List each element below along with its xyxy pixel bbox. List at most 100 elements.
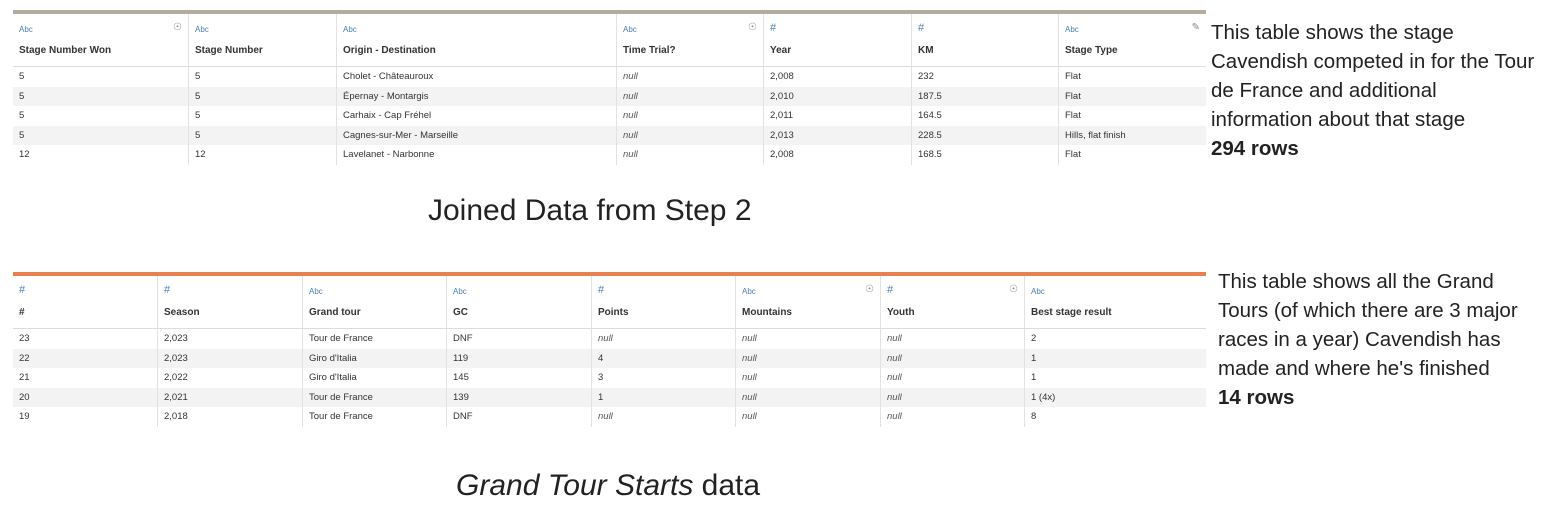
table-cell[interactable]: 19 xyxy=(13,407,158,427)
column-header[interactable]: Abc ☉ Time Trial? xyxy=(617,14,764,66)
table-cell[interactable]: null xyxy=(736,348,881,368)
table-cell[interactable]: null xyxy=(592,407,736,427)
lightbulb-icon[interactable]: ☉ xyxy=(865,284,874,295)
table-row[interactable]: 22 2,023 Giro d'Italia 119 4 null null 1 xyxy=(13,348,1206,369)
table-cell[interactable]: null xyxy=(736,368,881,388)
table-cell[interactable]: Carhaix - Cap Fréhel xyxy=(337,106,617,126)
table-cell[interactable]: Flat xyxy=(1059,87,1206,107)
column-header[interactable]: Abc Best stage result xyxy=(1025,276,1206,328)
table-cell[interactable]: 5 xyxy=(189,86,337,106)
column-header[interactable]: # # xyxy=(13,276,158,328)
table-cell[interactable]: 2,010 xyxy=(764,86,912,106)
table-cell[interactable]: Cholet - Châteauroux xyxy=(337,67,617,87)
table-cell[interactable]: 5 xyxy=(189,67,337,87)
table-cell[interactable]: null xyxy=(881,407,1025,427)
table-cell[interactable]: 5 xyxy=(189,106,337,126)
column-header[interactable]: Abc ☉ Mountains xyxy=(736,276,881,328)
table-cell[interactable]: null xyxy=(881,348,1025,368)
table-cell[interactable]: 23 xyxy=(13,329,158,349)
table-cell[interactable]: DNF xyxy=(447,329,592,349)
table-cell[interactable]: null xyxy=(736,329,881,349)
table-cell[interactable]: Épernay - Montargis xyxy=(337,86,617,106)
table-cell[interactable]: Cagnes-sur-Mer - Marseille xyxy=(337,125,617,145)
table-cell[interactable]: null xyxy=(881,368,1025,388)
table-cell[interactable]: 2,018 xyxy=(158,407,303,427)
table-row[interactable]: 19 2,018 Tour de France DNF null null null 8 xyxy=(13,407,1206,427)
column-header[interactable]: Abc GC xyxy=(447,276,592,328)
table-cell[interactable]: 8 xyxy=(1025,407,1206,427)
table-cell[interactable]: 2,021 xyxy=(158,387,303,407)
table-cell[interactable]: 232 xyxy=(912,67,1059,87)
table-cell[interactable]: 21 xyxy=(13,368,158,388)
table-cell[interactable]: null xyxy=(617,145,764,165)
table-cell[interactable]: null xyxy=(617,106,764,126)
lightbulb-icon[interactable]: ☉ xyxy=(173,22,182,33)
table-cell[interactable]: 22 xyxy=(13,348,158,368)
table-cell[interactable]: 2,008 xyxy=(764,145,912,165)
table-cell[interactable]: Flat xyxy=(1059,106,1206,126)
table-cell[interactable]: null xyxy=(592,329,736,349)
table-cell[interactable]: null xyxy=(881,387,1025,407)
table-cell[interactable]: null xyxy=(736,387,881,407)
column-header[interactable]: Abc ✎ Stage Type xyxy=(1059,14,1206,66)
table-cell[interactable]: 119 xyxy=(447,348,592,368)
table-cell[interactable]: 20 xyxy=(13,387,158,407)
lightbulb-icon[interactable]: ☉ xyxy=(748,22,757,33)
lightbulb-icon[interactable]: ☉ xyxy=(1009,284,1018,295)
table-row[interactable]: 12 12 Lavelanet - Narbonne null 2,008 168.5 Fl… xyxy=(13,145,1206,165)
table-row[interactable]: 5 5 Cholet - Châteauroux null 2,008 232 Flat xyxy=(13,67,1206,87)
table-cell[interactable]: null xyxy=(617,125,764,145)
table-cell[interactable]: 4 xyxy=(592,348,736,368)
table-cell[interactable]: Lavelanet - Narbonne xyxy=(337,145,617,165)
column-header[interactable]: Abc Grand tour xyxy=(303,276,447,328)
column-header[interactable]: Abc ☉ Stage Number Won xyxy=(13,14,189,66)
table-cell[interactable]: Tour de France xyxy=(303,387,447,407)
table-cell[interactable]: 1 xyxy=(1025,368,1206,388)
table-cell[interactable]: 1 xyxy=(592,387,736,407)
table-cell[interactable]: Giro d'Italia xyxy=(303,348,447,368)
edit-icon[interactable]: ✎ xyxy=(1192,22,1200,33)
table-row[interactable]: 20 2,021 Tour de France 139 1 null null 1 (4x) xyxy=(13,387,1206,408)
table-cell[interactable]: 12 xyxy=(13,145,189,165)
table-cell[interactable]: 139 xyxy=(447,387,592,407)
table-cell[interactable]: 2,023 xyxy=(158,329,303,349)
table-cell[interactable]: null xyxy=(617,67,764,87)
column-header[interactable]: # Year xyxy=(764,14,912,66)
table-cell[interactable]: Tour de France xyxy=(303,329,447,349)
table-cell[interactable]: 1 xyxy=(1025,349,1206,369)
table-row[interactable]: 5 5 Cagnes-sur-Mer - Marseille null 2,013 228… xyxy=(13,125,1206,145)
column-header[interactable]: # Points xyxy=(592,276,736,328)
table-row[interactable]: 21 2,022 Giro d'Italia 145 3 null null 1 xyxy=(13,368,1206,388)
table-cell[interactable]: 2,022 xyxy=(158,368,303,388)
table-cell[interactable]: 2,011 xyxy=(764,106,912,126)
table-cell[interactable]: 5 xyxy=(189,125,337,145)
table-cell[interactable]: 187.5 xyxy=(912,86,1059,106)
column-header[interactable]: Abc Stage Number xyxy=(189,14,337,66)
table-cell[interactable]: 228.5 xyxy=(912,125,1059,145)
table-cell[interactable]: 2,023 xyxy=(158,348,303,368)
table-cell[interactable]: Flat xyxy=(1059,67,1206,87)
table-cell[interactable]: Tour de France xyxy=(303,407,447,427)
table-row[interactable]: 5 5 Épernay - Montargis null 2,010 187.5 Flat xyxy=(13,86,1206,107)
table-cell[interactable]: 1 (4x) xyxy=(1025,388,1206,408)
column-header[interactable]: Abc Origin - Destination xyxy=(337,14,617,66)
table-cell[interactable]: 164.5 xyxy=(912,106,1059,126)
table-cell[interactable]: 145 xyxy=(447,368,592,388)
table-row[interactable]: 23 2,023 Tour de France DNF null null null 2 xyxy=(13,329,1206,349)
table-cell[interactable]: 5 xyxy=(13,125,189,145)
table-cell[interactable]: Giro d'Italia xyxy=(303,368,447,388)
table-cell[interactable]: 5 xyxy=(13,86,189,106)
table-cell[interactable]: DNF xyxy=(447,407,592,427)
table-cell[interactable]: 2,013 xyxy=(764,125,912,145)
table-cell[interactable]: null xyxy=(736,407,881,427)
column-header[interactable]: # KM xyxy=(912,14,1059,66)
table-cell[interactable]: 5 xyxy=(13,106,189,126)
column-header[interactable]: # ☉ Youth xyxy=(881,276,1025,328)
table-cell[interactable]: 12 xyxy=(189,145,337,165)
table-cell[interactable]: 168.5 xyxy=(912,145,1059,165)
column-header[interactable]: # Season xyxy=(158,276,303,328)
table-cell[interactable]: null xyxy=(617,86,764,106)
table-cell[interactable]: Flat xyxy=(1059,145,1206,165)
table-cell[interactable]: 3 xyxy=(592,368,736,388)
table-row[interactable]: 5 5 Carhaix - Cap Fréhel null 2,011 164.5 Flat xyxy=(13,106,1206,126)
